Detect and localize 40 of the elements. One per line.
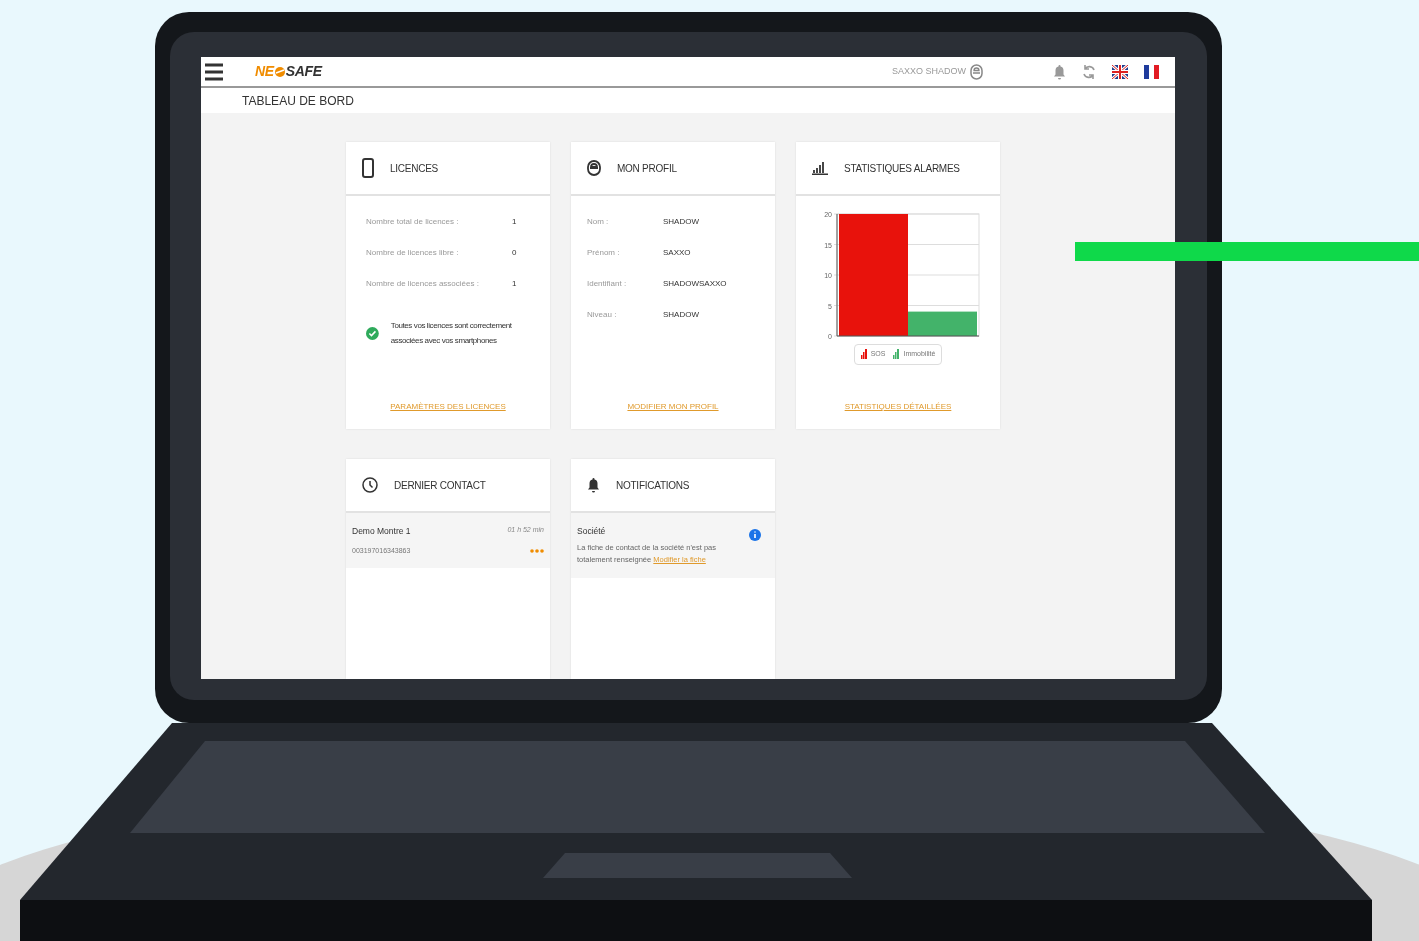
field-label: Niveau : xyxy=(587,309,618,321)
user-name[interactable]: SAXXO SHADOW xyxy=(892,64,966,79)
card-link[interactable]: PARAMÈTRES DES LICENCES xyxy=(390,401,506,413)
card-link[interactable]: STATISTIQUES DÉTAILLÉES xyxy=(844,401,952,413)
field-label: Prénom : xyxy=(587,247,621,259)
card-link[interactable]: MODIFIER MON PROFIL xyxy=(627,401,719,413)
card-title: DERNIER CONTACT xyxy=(394,478,486,493)
bell-icon[interactable] xyxy=(1053,63,1066,80)
field-value: SHADOWSAXXO xyxy=(663,278,727,290)
bell-icon xyxy=(587,477,600,493)
notification-title: Société xyxy=(577,525,607,538)
field-value: SAXXO xyxy=(663,247,691,259)
status-message: Toutes vos licences sont correctement associées avec vos smartphones xyxy=(390,320,513,347)
field-value: 0 xyxy=(512,247,517,259)
field-label: Nombre de licences libre : xyxy=(366,247,460,259)
card-title: MON PROFIL xyxy=(617,161,677,176)
user-icon xyxy=(587,160,601,176)
field-value: 1 xyxy=(512,278,517,290)
card-title: NOTIFICATIONS xyxy=(616,478,690,493)
contact-name: Demo Montre 1 xyxy=(352,525,411,538)
field-value: SHADOW xyxy=(663,216,699,228)
bar-chart-icon xyxy=(812,161,828,175)
refresh-icon[interactable] xyxy=(1082,63,1096,80)
field-label: Nombre de licences associées : xyxy=(366,278,480,290)
french-flag-icon[interactable] xyxy=(1144,64,1159,79)
uk-flag-icon[interactable] xyxy=(1112,64,1128,79)
field-label: Nom : xyxy=(587,216,610,228)
field-value: 1 xyxy=(512,216,517,228)
user-avatar-icon[interactable] xyxy=(970,63,983,80)
more-options-icon[interactable] xyxy=(530,549,544,553)
smartphone-icon xyxy=(362,158,374,178)
field-label: Identifiant : xyxy=(587,278,628,290)
field-label: Nombre total de licences : xyxy=(366,216,460,228)
field-value: SHADOW xyxy=(663,309,699,321)
logo: NE SAFE xyxy=(255,62,322,81)
card-title: LICENCES xyxy=(390,161,438,176)
clock-icon xyxy=(362,477,378,493)
card-title: STATISTIQUES ALARMES xyxy=(844,161,960,176)
page-title: TABLEAU DE BORD xyxy=(242,92,354,110)
info-icon xyxy=(749,529,761,541)
